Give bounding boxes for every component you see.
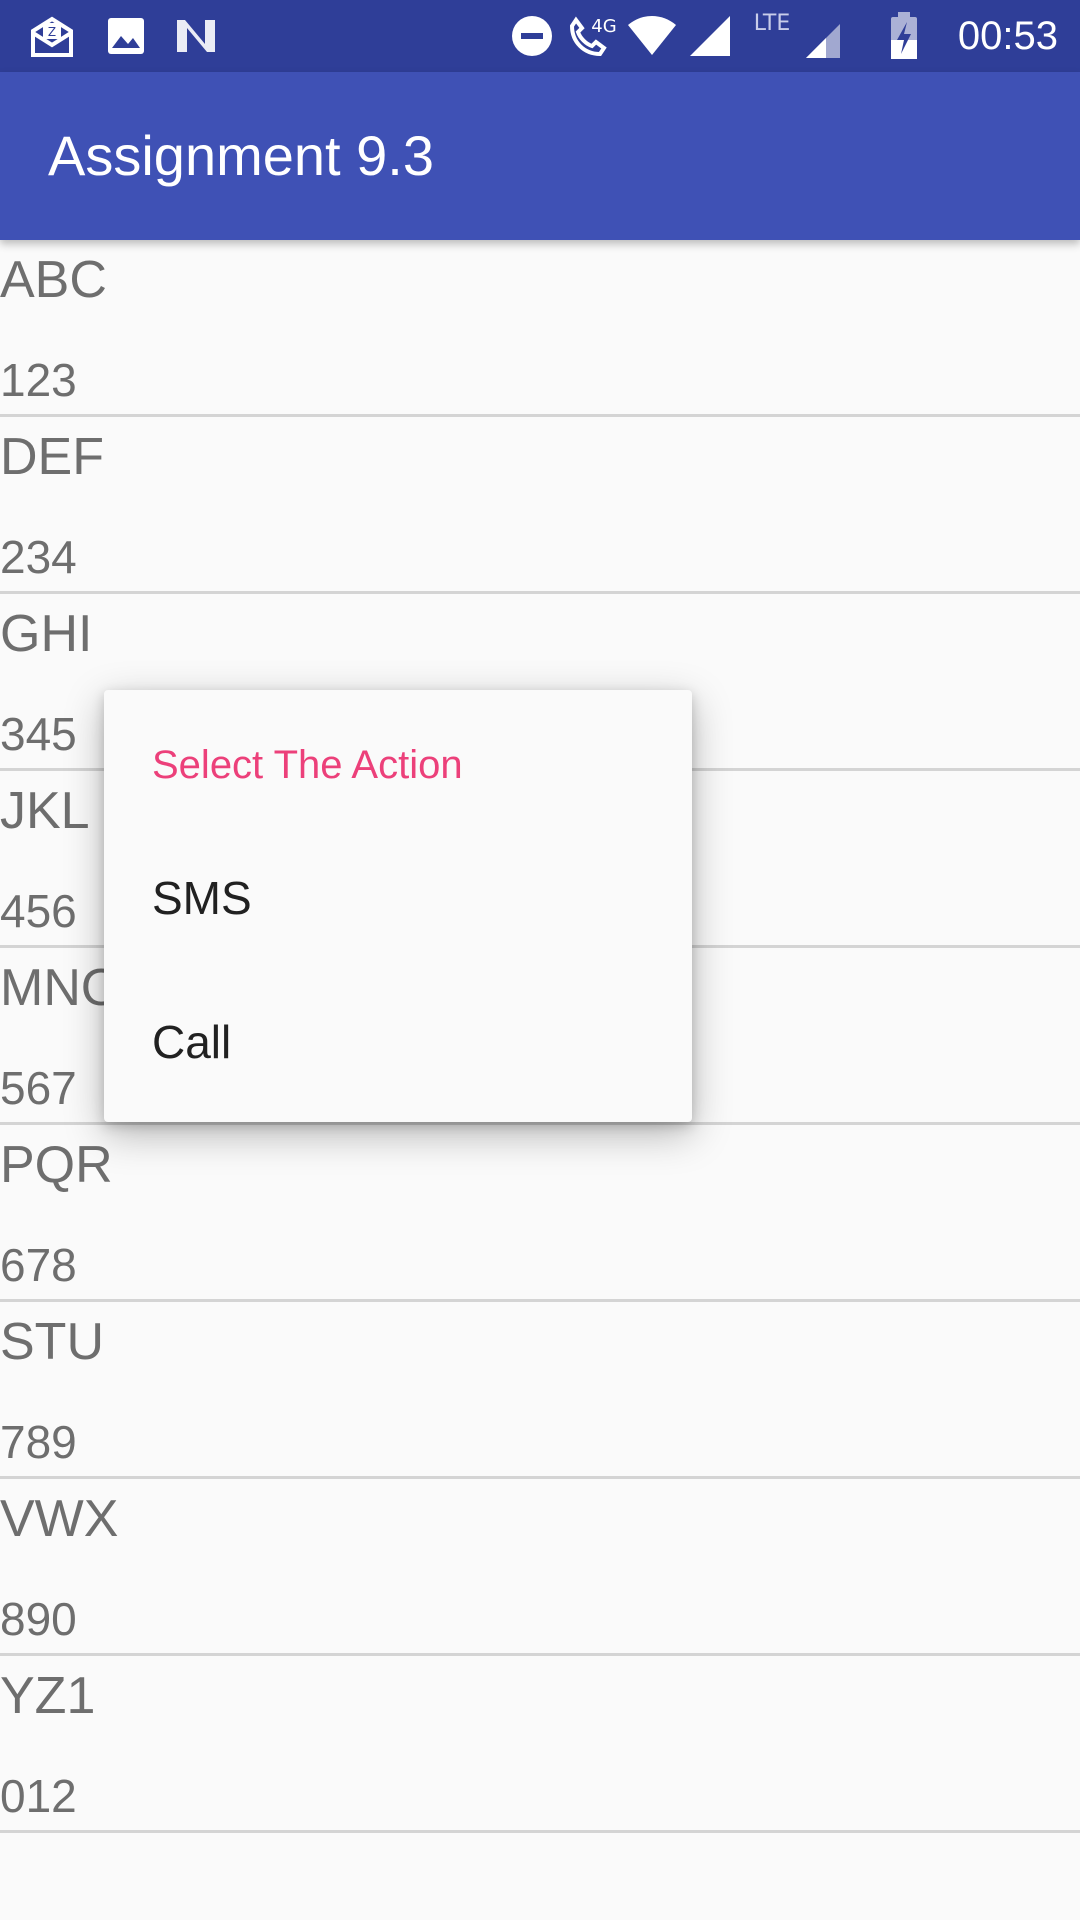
contact-number: 345 [0, 708, 77, 760]
image-notification-icon [102, 12, 150, 60]
svg-text:LTE: LTE [754, 12, 791, 36]
phone-4g-icon: 4G [564, 12, 618, 60]
contact-name: ABC [0, 251, 107, 309]
contact-name: GHI [0, 605, 93, 663]
wifi-icon [624, 12, 680, 60]
contact-name: JKL [0, 782, 90, 840]
email-notification-icon: Z [28, 12, 76, 60]
contact-number: 890 [0, 1593, 77, 1645]
list-item[interactable]: DEF 234 [0, 417, 1080, 594]
contact-number: 012 [0, 1770, 77, 1822]
do-not-disturb-icon [508, 12, 556, 60]
contact-name: VWX [0, 1490, 119, 1548]
contact-name: STU [0, 1313, 104, 1371]
contact-number: 789 [0, 1416, 77, 1468]
sms-option-label: SMS [152, 872, 252, 924]
contact-name: PQR [0, 1136, 113, 1194]
status-bar: Z 4G LTE 00:53 [0, 0, 1080, 72]
list-item[interactable]: ABC 123 [0, 240, 1080, 417]
contact-number: 123 [0, 354, 77, 406]
svg-text:4G: 4G [591, 16, 616, 37]
call-option-label: Call [152, 1016, 232, 1068]
cell-signal-icon [686, 12, 734, 60]
contact-number: 567 [0, 1062, 77, 1114]
app-bar: Assignment 9.3 [0, 72, 1080, 240]
n-notification-icon [172, 12, 220, 60]
status-time: 00:53 [957, 14, 1058, 58]
list-item[interactable]: PQR 678 [0, 1125, 1080, 1302]
contact-name: YZ1 [0, 1667, 96, 1725]
contact-number: 234 [0, 531, 77, 583]
app-title: Assignment 9.3 [48, 124, 434, 187]
list-item[interactable]: YZ1 012 [0, 1656, 1080, 1833]
action-dialog: Select The Action SMS Call [104, 690, 692, 1122]
contact-number: 456 [0, 885, 77, 937]
lte-signal-icon: LTE [742, 12, 842, 60]
list-item[interactable]: STU 789 [0, 1302, 1080, 1479]
contact-number: 678 [0, 1239, 77, 1291]
battery-charging-icon [886, 12, 922, 60]
call-option[interactable]: Call [104, 972, 692, 1112]
sms-option[interactable]: SMS [104, 828, 692, 968]
dialog-title: Select The Action [152, 743, 463, 787]
svg-text:Z: Z [48, 25, 56, 39]
contact-name: DEF [0, 428, 104, 486]
list-item[interactable]: VWX 890 [0, 1479, 1080, 1656]
